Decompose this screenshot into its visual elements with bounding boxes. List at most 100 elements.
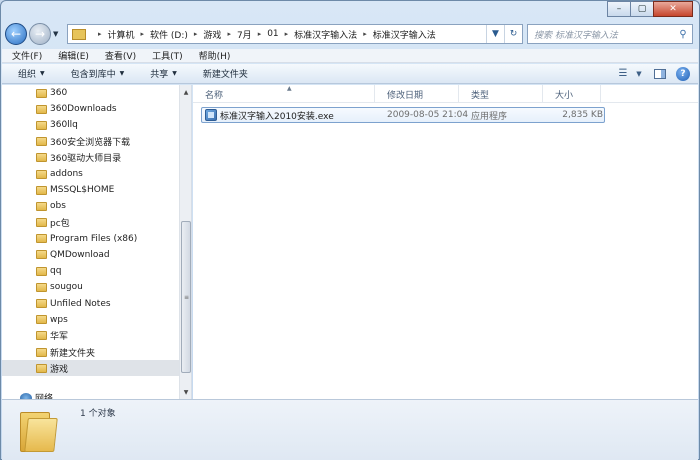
menu-help[interactable]: 帮助(H) bbox=[189, 49, 237, 62]
file-list: 名称 ▲ 修改日期 类型 大小 标准汉字输入2010安装.exe 2009-08… bbox=[193, 85, 698, 399]
scroll-thumb[interactable]: ≡ bbox=[181, 221, 191, 373]
breadcrumb-july[interactable]: 7月 bbox=[237, 28, 252, 41]
search-icon[interactable]: ⚲ bbox=[674, 29, 692, 40]
tree-item[interactable]: 360Downloads bbox=[2, 101, 191, 117]
folder-icon bbox=[36, 282, 47, 292]
tree-label: Unfiled Notes bbox=[50, 298, 111, 309]
tree-item[interactable]: pc包 bbox=[2, 215, 191, 231]
chevron-right-icon[interactable]: ▸ bbox=[258, 30, 262, 38]
chevron-right-icon[interactable]: ▸ bbox=[285, 30, 289, 38]
column-date[interactable]: 修改日期 bbox=[375, 85, 459, 103]
menu-tools[interactable]: 工具(T) bbox=[142, 49, 189, 62]
breadcrumb-drive[interactable]: 软件 (D:) bbox=[150, 28, 188, 41]
folder-icon bbox=[36, 331, 47, 341]
folder-icon bbox=[36, 120, 47, 130]
chevron-right-icon: ▸ bbox=[98, 30, 102, 38]
tree-label: 网络 bbox=[35, 394, 54, 399]
tree-item[interactable]: 华军 bbox=[2, 328, 191, 344]
organize-button[interactable]: 组织 ▼ bbox=[2, 67, 55, 80]
forward-button[interactable]: → bbox=[29, 23, 51, 45]
tree-label: pc包 bbox=[50, 219, 70, 230]
tree-label: 360安全浏览器下载 bbox=[50, 138, 131, 149]
tree-label: 360Downloads bbox=[50, 104, 117, 115]
recent-pages-dropdown[interactable]: ▼ bbox=[53, 30, 63, 38]
include-in-library-button[interactable]: 包含到库中 ▼ bbox=[55, 67, 135, 80]
tree-item[interactable]: 360驱动大师目录 bbox=[2, 150, 191, 166]
minimize-button[interactable]: – bbox=[607, 1, 631, 17]
share-button[interactable]: 共享 ▼ bbox=[134, 67, 187, 80]
tree-label: sougou bbox=[50, 282, 83, 293]
tree-item[interactable]: sougou bbox=[2, 279, 191, 295]
tree-label: qq bbox=[50, 266, 62, 277]
tree-label: 华军 bbox=[50, 332, 69, 343]
tree-item[interactable]: wps bbox=[2, 312, 191, 328]
tree-item[interactable]: 360llq bbox=[2, 117, 191, 133]
menu-edit[interactable]: 编辑(E) bbox=[48, 49, 95, 62]
folder-icon bbox=[36, 218, 47, 228]
column-date-label: 修改日期 bbox=[387, 90, 424, 101]
nav-scrollbar[interactable]: ▲ ≡ ▼ bbox=[179, 85, 191, 399]
help-icon[interactable]: ? bbox=[676, 66, 690, 81]
column-name-label: 名称 bbox=[205, 90, 224, 101]
chevron-down-icon: ▼ bbox=[172, 70, 177, 77]
tree-item[interactable]: obs bbox=[2, 198, 191, 214]
back-button[interactable]: ← bbox=[5, 23, 27, 45]
address-bar[interactable]: ▸ 计算机 ▸ 软件 (D:) ▸ 游戏 ▸ 7月 ▸ 01 ▸ 标准汉字输入法… bbox=[67, 24, 523, 44]
arrow-left-icon: ← bbox=[10, 27, 22, 41]
tree-item[interactable]: Program Files (x86) bbox=[2, 231, 191, 247]
chevron-right-icon[interactable]: ▸ bbox=[227, 30, 231, 38]
chevron-right-icon[interactable]: ▸ bbox=[194, 30, 198, 38]
tree-label: 360llq bbox=[50, 120, 78, 131]
column-type[interactable]: 类型 bbox=[459, 85, 543, 103]
menu-view[interactable]: 查看(V) bbox=[95, 49, 142, 62]
breadcrumb-ime-current[interactable]: 标准汉字输入法 bbox=[373, 28, 436, 41]
folder-icon bbox=[36, 266, 47, 276]
breadcrumb: ▸ 计算机 ▸ 软件 (D:) ▸ 游戏 ▸ 7月 ▸ 01 ▸ 标准汉字输入法… bbox=[92, 28, 436, 41]
file-date: 2009-08-05 21:04 bbox=[387, 110, 469, 120]
folder-icon bbox=[36, 250, 47, 260]
search-box[interactable]: 搜索 标准汉字输入法 ⚲ bbox=[527, 24, 693, 44]
scroll-down-icon[interactable]: ▼ bbox=[180, 385, 191, 399]
tree-item[interactable]: Unfiled Notes bbox=[2, 295, 191, 311]
tree-item[interactable]: 新建文件夹 bbox=[2, 344, 191, 360]
folder-icon bbox=[20, 408, 62, 452]
breadcrumb-computer[interactable]: 计算机 bbox=[108, 28, 135, 41]
folder-icon bbox=[36, 88, 47, 98]
preview-pane-icon[interactable] bbox=[654, 68, 666, 79]
file-row[interactable]: 标准汉字输入2010安装.exe 2009-08-05 21:04 应用程序 2… bbox=[201, 107, 605, 123]
chevron-down-icon[interactable]: ▼ bbox=[634, 66, 644, 82]
chevron-right-icon[interactable]: ▸ bbox=[141, 30, 145, 38]
folder-icon bbox=[36, 299, 47, 309]
menu-file[interactable]: 文件(F) bbox=[2, 49, 48, 62]
folder-icon bbox=[36, 201, 47, 211]
tree-item[interactable]: qq bbox=[2, 263, 191, 279]
scroll-up-icon[interactable]: ▲ bbox=[180, 85, 191, 99]
view-options-icon[interactable]: ☰ bbox=[612, 66, 634, 82]
breadcrumb-ime-parent[interactable]: 标准汉字输入法 bbox=[294, 28, 357, 41]
grip-icon: ≡ bbox=[184, 294, 190, 301]
tree-item[interactable]: addons bbox=[2, 166, 191, 182]
search-input[interactable]: 搜索 标准汉字输入法 bbox=[534, 28, 674, 41]
tree-item[interactable]: 360 bbox=[2, 85, 191, 101]
tree-item[interactable]: QMDownload bbox=[2, 247, 191, 263]
chevron-right-icon[interactable]: ▸ bbox=[363, 30, 367, 38]
column-name[interactable]: 名称 ▲ bbox=[193, 85, 375, 103]
new-folder-button[interactable]: 新建文件夹 bbox=[187, 67, 258, 80]
tree-item[interactable]: 游戏 bbox=[2, 360, 191, 377]
installer-icon bbox=[205, 109, 217, 121]
close-button[interactable]: ✕ bbox=[653, 1, 693, 17]
tree-label: obs bbox=[50, 201, 66, 212]
organize-label: 组织 bbox=[18, 70, 37, 80]
column-size[interactable]: 大小 bbox=[543, 85, 601, 103]
tree-item-network[interactable]: 网络 bbox=[20, 391, 53, 399]
address-dropdown[interactable]: ▼ bbox=[486, 25, 504, 43]
breadcrumb-01[interactable]: 01 bbox=[267, 29, 278, 39]
tree-label: 新建文件夹 bbox=[50, 348, 96, 359]
arrow-right-icon: → bbox=[34, 27, 46, 41]
maximize-button[interactable]: ▢ bbox=[630, 1, 654, 17]
folder-icon bbox=[36, 315, 47, 325]
tree-item[interactable]: MSSQL$HOME bbox=[2, 182, 191, 198]
breadcrumb-games[interactable]: 游戏 bbox=[203, 28, 221, 41]
refresh-icon[interactable]: ↻ bbox=[504, 25, 522, 43]
tree-item[interactable]: 360安全浏览器下载 bbox=[2, 134, 191, 150]
